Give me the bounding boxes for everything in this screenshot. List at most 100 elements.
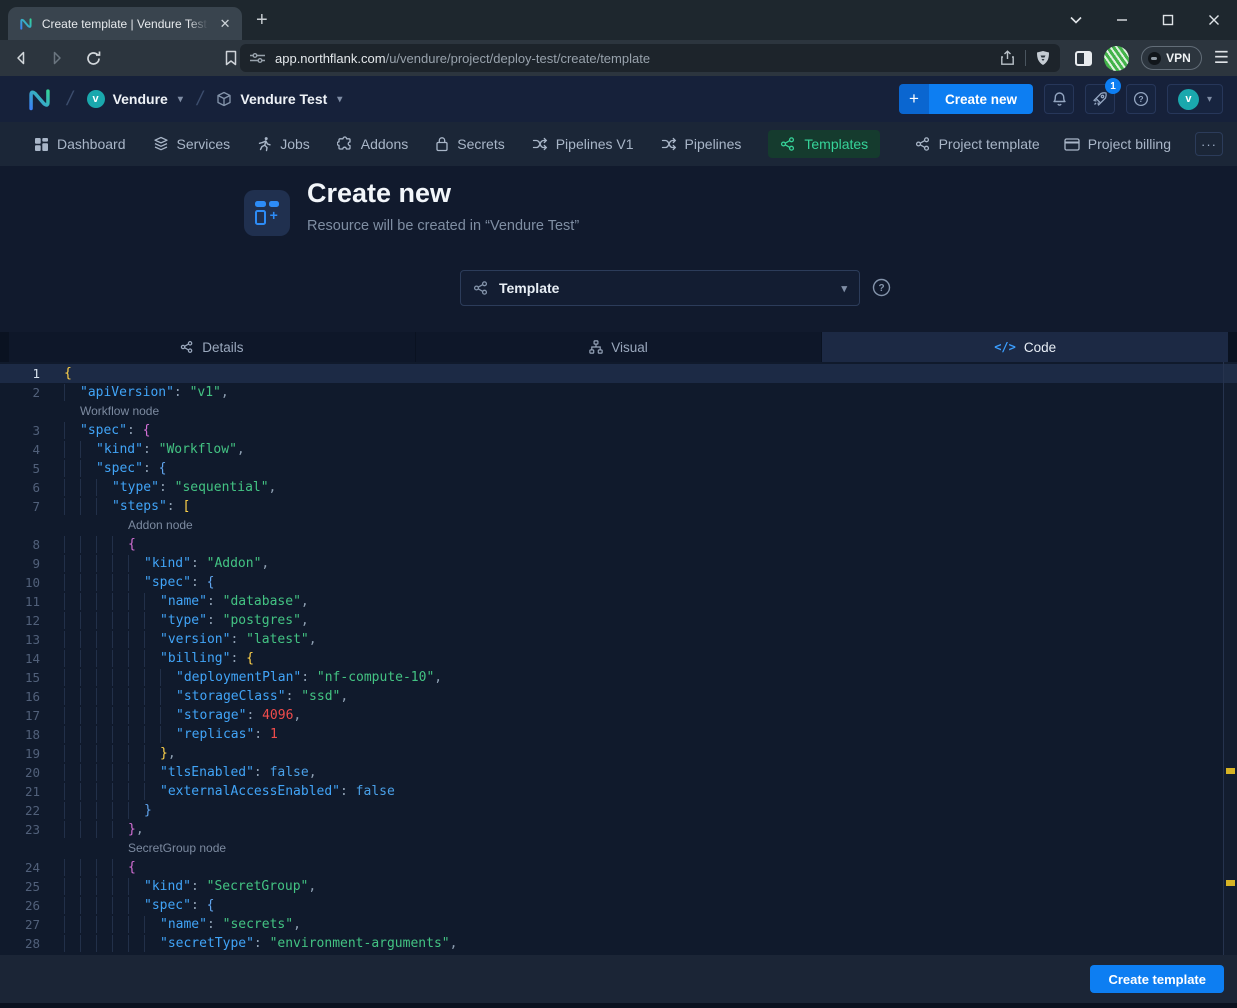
services-icon	[153, 136, 169, 152]
code-line[interactable]: 6"type": "sequential",	[0, 478, 1237, 497]
extension-icon[interactable]	[1104, 46, 1129, 71]
nav-item-project-billing[interactable]: Project billing	[1064, 136, 1171, 152]
code-line[interactable]: 22}	[0, 801, 1237, 820]
code-line[interactable]: 20"tlsEnabled": false,	[0, 763, 1237, 782]
lock-icon	[435, 136, 449, 152]
code-line[interactable]: 16"storageClass": "ssd",	[0, 687, 1237, 706]
more-button[interactable]: ···	[1195, 132, 1223, 156]
templates-icon	[780, 136, 796, 152]
divider	[1025, 50, 1026, 66]
nav-item-secrets[interactable]: Secrets	[435, 136, 504, 152]
tab-code[interactable]: </> Code	[822, 332, 1228, 362]
site-settings-icon[interactable]	[250, 52, 265, 64]
whats-new-button[interactable]: 1	[1085, 84, 1115, 114]
code-line[interactable]: 3"spec": {	[0, 421, 1237, 440]
forward-icon[interactable]	[42, 43, 72, 73]
code-line[interactable]: 15"deploymentPlan": "nf-compute-10",	[0, 668, 1237, 687]
code-line[interactable]: 12"type": "postgres",	[0, 611, 1237, 630]
app-window: Create template | Vendure Test | V ✕ +	[0, 0, 1237, 1008]
code-line[interactable]: 21"externalAccessEnabled": false	[0, 782, 1237, 801]
chevron-down-icon: ▾	[178, 94, 183, 105]
nav-item-dashboard[interactable]: Dashboard	[34, 136, 126, 152]
code-annotation[interactable]: Workflow node	[0, 402, 1237, 421]
brave-shield-icon[interactable]	[1036, 50, 1050, 66]
create-template-button[interactable]: Create template	[1090, 965, 1224, 993]
chevron-down-icon: ▾	[841, 282, 847, 295]
help-button[interactable]: ?	[1126, 84, 1156, 114]
code-line[interactable]: 14"billing": {	[0, 649, 1237, 668]
window-maximize-button[interactable]	[1145, 0, 1191, 40]
reload-icon[interactable]	[78, 43, 108, 73]
tab-close-icon[interactable]: ✕	[216, 15, 234, 33]
nav-item-pipelines-v1[interactable]: Pipelines V1	[532, 136, 634, 152]
window-minimize-button[interactable]	[1099, 0, 1145, 40]
warning-marker[interactable]	[1226, 880, 1235, 886]
code-line[interactable]: 23},	[0, 820, 1237, 839]
tab-details[interactable]: Details	[9, 332, 415, 362]
help-icon[interactable]: ?	[872, 278, 891, 297]
url-text: app.northflank.com/u/vendure/project/dep…	[275, 51, 1000, 66]
plus-icon[interactable]: +	[899, 84, 929, 114]
create-new-button[interactable]: + Create new	[899, 84, 1033, 114]
vpn-button[interactable]: VPN	[1141, 46, 1202, 70]
resource-type-dropdown[interactable]: Template ▾	[460, 270, 860, 306]
page-title: Create new	[307, 178, 451, 209]
code-line[interactable]: 27"name": "secrets",	[0, 915, 1237, 934]
northflank-logo[interactable]	[26, 86, 53, 113]
nav-item-templates[interactable]: Templates	[768, 130, 880, 158]
account-menu[interactable]: v ▾	[1167, 84, 1223, 114]
tab-search-chevron-icon[interactable]	[1053, 0, 1099, 40]
nav-item-addons[interactable]: Addons	[337, 136, 408, 152]
code-line[interactable]: 26"spec": {	[0, 896, 1237, 915]
share-icon[interactable]	[1000, 50, 1015, 66]
pipelines-icon	[532, 137, 548, 151]
back-icon[interactable]	[6, 43, 36, 73]
code-line[interactable]: 8{	[0, 535, 1237, 554]
overview-ruler[interactable]	[1223, 362, 1237, 955]
warning-marker[interactable]	[1226, 768, 1235, 774]
browser-tab-bar: Create template | Vendure Test | V ✕ +	[0, 0, 1237, 40]
code-line[interactable]: 19},	[0, 744, 1237, 763]
code-line[interactable]: 11"name": "database",	[0, 592, 1237, 611]
addons-icon	[337, 136, 353, 152]
chevron-down-icon: ▾	[337, 94, 342, 105]
action-footer: Create template	[0, 955, 1237, 1003]
code-line[interactable]: 7"steps": [	[0, 497, 1237, 516]
code-line[interactable]: 4"kind": "Workflow",	[0, 440, 1237, 459]
chevron-down-icon: ▾	[1207, 94, 1212, 105]
code-editor[interactable]: 1{2"apiVersion": "v1",Workflow node3"spe…	[0, 362, 1237, 955]
code-line[interactable]: 18"replicas": 1	[0, 725, 1237, 744]
nav-item-services[interactable]: Services	[153, 136, 231, 152]
menu-icon[interactable]: ☰	[1214, 48, 1229, 68]
nav-item-jobs[interactable]: Jobs	[257, 136, 310, 152]
code-annotation[interactable]: Addon node	[0, 516, 1237, 535]
code-line[interactable]: 25"kind": "SecretGroup",	[0, 877, 1237, 896]
code-line[interactable]: 28"secretType": "environment-arguments",	[0, 934, 1237, 953]
code-line[interactable]: 1{	[0, 364, 1237, 383]
new-tab-button[interactable]: +	[256, 9, 268, 32]
breadcrumb-team[interactable]: v Vendure ▾	[87, 90, 183, 108]
code-line[interactable]: 13"version": "latest",	[0, 630, 1237, 649]
breadcrumb-project[interactable]: Vendure Test ▾	[216, 91, 342, 107]
notification-count-badge: 1	[1105, 78, 1121, 94]
project-name: Vendure Test	[240, 91, 327, 107]
code-line[interactable]: 24{	[0, 858, 1237, 877]
code-line[interactable]: 2"apiVersion": "v1",	[0, 383, 1237, 402]
tab-visual[interactable]: Visual	[416, 332, 822, 362]
window-close-button[interactable]	[1191, 0, 1237, 40]
code-line[interactable]: 10"spec": {	[0, 573, 1237, 592]
browser-tab[interactable]: Create template | Vendure Test | V ✕	[8, 7, 242, 40]
code-line[interactable]: 5"spec": {	[0, 459, 1237, 478]
notifications-button[interactable]	[1044, 84, 1074, 114]
code-annotation[interactable]: SecretGroup node	[0, 839, 1237, 858]
nav-item-project-template[interactable]: Project template	[915, 136, 1040, 152]
sidebar-toggle-icon[interactable]	[1075, 51, 1092, 66]
nav-item-pipelines[interactable]: Pipelines	[661, 136, 742, 152]
page-subtitle: Resource will be created in “Vendure Tes…	[307, 218, 579, 234]
view-tabs: Details Visual </> Code	[0, 332, 1237, 362]
url-bar[interactable]: app.northflank.com/u/vendure/project/dep…	[240, 44, 1060, 72]
code-line[interactable]: 9"kind": "Addon",	[0, 554, 1237, 573]
template-icon	[473, 280, 489, 296]
vpn-status-icon	[1148, 52, 1161, 65]
code-line[interactable]: 17"storage": 4096,	[0, 706, 1237, 725]
